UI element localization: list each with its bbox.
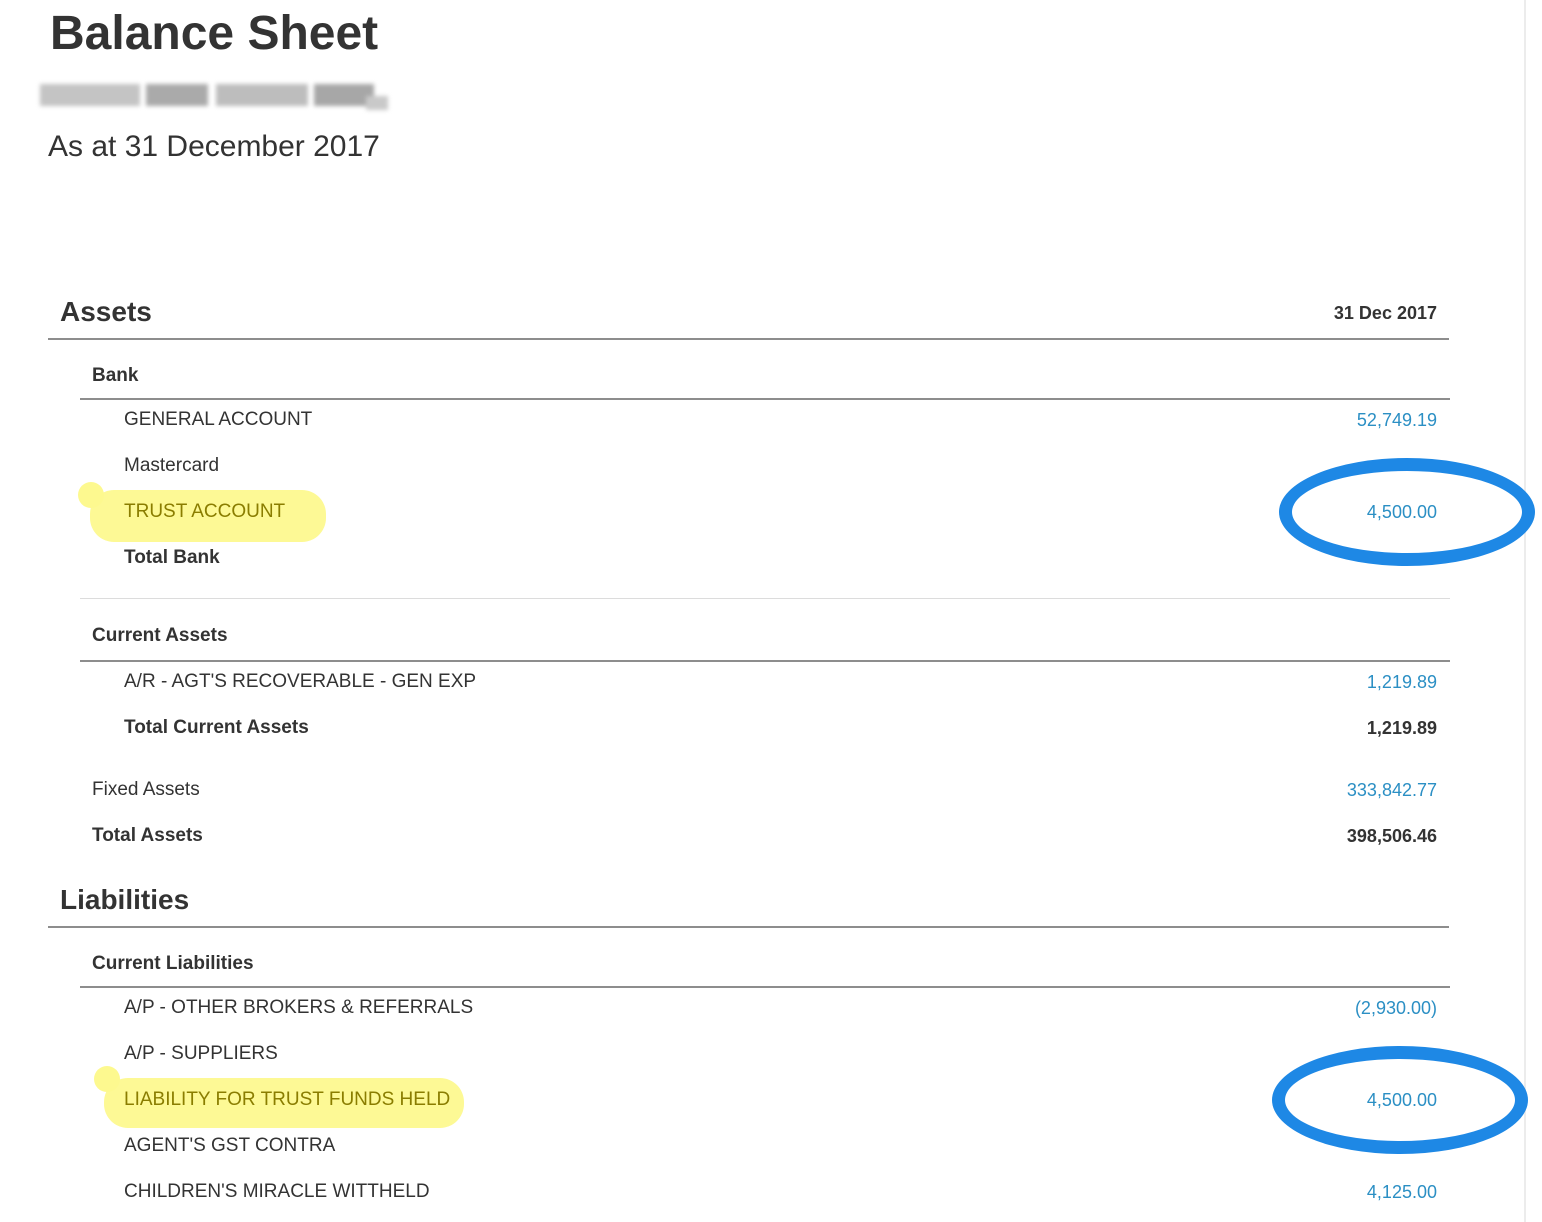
row-fixed-assets-value[interactable]: 333,842.77: [1347, 780, 1437, 801]
row-total-bank-label: Total Bank: [124, 547, 220, 568]
row-ar-agt-recoverable-label: A/R - AGT'S RECOVERABLE - GEN EXP: [124, 671, 477, 692]
divider: [48, 926, 1449, 928]
organization-name-redacted: [36, 78, 394, 114]
row-fixed-assets-label: Fixed Assets: [92, 779, 200, 800]
row-ap-other-brokers-label: A/P - OTHER BROKERS & REFERRALS: [124, 997, 474, 1018]
row-liability-trust-funds-label: LIABILITY FOR TRUST FUNDS HELD: [124, 1089, 451, 1110]
row-ar-agt-recoverable-value[interactable]: 1,219.89: [1367, 672, 1437, 693]
group-current-liabilities-heading: Current Liabilities: [92, 953, 254, 974]
row-trust-account-label: TRUST ACCOUNT: [124, 501, 286, 522]
divider: [80, 660, 1450, 662]
annotation-circle: [1279, 458, 1535, 566]
divider: [80, 986, 1450, 988]
highlight-mark: [94, 1066, 120, 1092]
divider: [80, 398, 1450, 400]
section-liabilities-heading: Liabilities: [60, 884, 190, 915]
scrollbar-edge: [1524, 0, 1526, 1222]
column-header-date: 31 Dec 2017: [1333, 303, 1437, 323]
report-title: Balance Sheet: [50, 7, 379, 60]
divider: [80, 598, 1450, 599]
annotation-circle: [1272, 1046, 1528, 1154]
row-mastercard-label: Mastercard: [124, 455, 220, 476]
section-assets-heading: Assets: [60, 296, 152, 327]
row-ap-other-brokers-value[interactable]: (2,930.00): [1355, 998, 1437, 1019]
group-bank-heading: Bank: [92, 365, 139, 386]
row-total-assets-label: Total Assets: [92, 825, 203, 846]
row-childrens-miracle-label: CHILDREN'S MIRACLE WITTHELD: [124, 1181, 430, 1202]
row-total-assets-value: 398,506.46: [1346, 826, 1437, 846]
row-general-account-value[interactable]: 52,749.19: [1357, 410, 1437, 431]
report-date: As at 31 December 2017: [48, 130, 380, 163]
highlight-mark: [78, 482, 104, 508]
row-total-current-assets-value: 1,219.89: [1366, 718, 1437, 738]
row-total-current-assets-label: Total Current Assets: [124, 717, 309, 738]
group-current-assets-heading: Current Assets: [92, 625, 228, 646]
row-agents-gst-contra-label: AGENT'S GST CONTRA: [124, 1135, 336, 1156]
row-general-account-label: GENERAL ACCOUNT: [124, 409, 313, 430]
divider: [48, 338, 1449, 340]
row-childrens-miracle-value[interactable]: 4,125.00: [1367, 1182, 1437, 1203]
row-ap-suppliers-label: A/P - SUPPLIERS: [124, 1043, 278, 1064]
